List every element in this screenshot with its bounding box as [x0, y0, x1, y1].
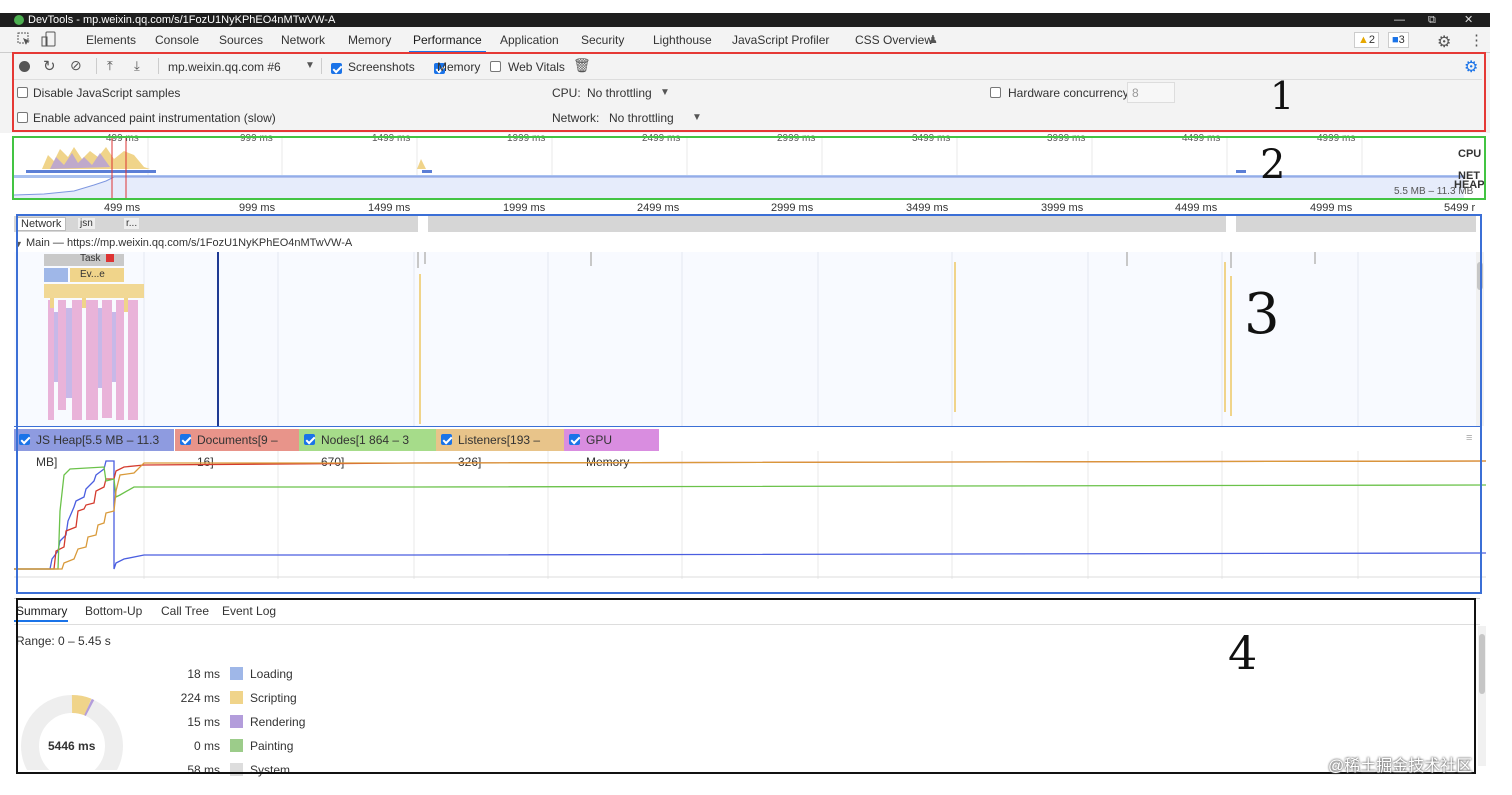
ruler-tick: 499 ms	[104, 202, 141, 214]
messages-badge[interactable]: ■3	[1388, 32, 1409, 48]
tab-sources[interactable]: Sources	[219, 33, 263, 47]
minimize-button[interactable]: —	[1394, 13, 1405, 27]
tab-css-overview[interactable]: CSS Overview	[855, 33, 933, 47]
time-ruler: 499 ms 999 ms 1499 ms 1999 ms 2499 ms 29…	[14, 200, 1484, 214]
tab-lighthouse[interactable]: Lighthouse	[653, 33, 712, 47]
warnings-badge[interactable]: ▲2	[1354, 32, 1380, 48]
annotation-box-1	[12, 52, 1486, 132]
restore-button[interactable]: ⧉	[1428, 13, 1436, 27]
inspect-element-icon[interactable]	[17, 32, 31, 49]
message-icon: ■	[1392, 34, 1399, 46]
tab-elements[interactable]: Elements	[86, 33, 136, 47]
devtools-window: DevTools - mp.weixin.qq.com/s/1FozU1NyKP…	[0, 0, 1512, 795]
chrome-icon	[14, 15, 24, 25]
tab-performance[interactable]: Performance	[409, 33, 486, 53]
annotation-number-2: 2	[1260, 142, 1286, 188]
ruler-tick: 1999 ms	[503, 202, 546, 214]
ruler-tick: 2999 ms	[771, 202, 814, 214]
ruler-tick: 2499 ms	[637, 202, 680, 214]
panel-tab-bar: Elements Console Sources Network Memory …	[0, 27, 1490, 53]
window-title: DevTools - mp.weixin.qq.com/s/1FozU1NyKP…	[28, 14, 336, 26]
ruler-tick: 999 ms	[239, 202, 276, 214]
warning-icon: ▲	[1358, 34, 1369, 46]
summary-scrollbar[interactable]	[1478, 626, 1486, 766]
experiment-flask-icon: ♟	[928, 34, 938, 46]
annotation-number-1: 1	[1270, 74, 1295, 118]
tab-javascript-profiler[interactable]: JavaScript Profiler	[732, 33, 829, 47]
annotation-box-3	[16, 214, 1482, 594]
more-menu-icon[interactable]: ⋮	[1469, 31, 1484, 49]
ruler-tick: 4999 ms	[1310, 202, 1353, 214]
tab-application[interactable]: Application	[500, 33, 559, 47]
settings-gear-icon[interactable]: ⚙	[1437, 32, 1451, 52]
tab-network[interactable]: Network	[281, 33, 325, 47]
device-toolbar-icon[interactable]	[41, 31, 57, 50]
ruler-tick: 4499 ms	[1175, 202, 1218, 214]
annotation-box-4	[16, 598, 1476, 774]
close-button[interactable]: ✕	[1464, 13, 1473, 27]
watermark: @稀土掘金技术社区	[1328, 758, 1473, 775]
ruler-tick: 5499 r	[1444, 202, 1476, 214]
scrollbar-thumb[interactable]	[1479, 634, 1485, 694]
ruler-tick: 3999 ms	[1041, 202, 1084, 214]
tab-security[interactable]: Security	[581, 33, 624, 47]
tab-memory[interactable]: Memory	[348, 33, 391, 47]
title-bar: DevTools - mp.weixin.qq.com/s/1FozU1NyKP…	[0, 13, 1490, 27]
annotation-number-4: 4	[1228, 626, 1258, 680]
ruler-tick: 3499 ms	[906, 202, 949, 214]
tab-console[interactable]: Console	[155, 33, 199, 47]
annotation-number-3: 3	[1244, 282, 1280, 347]
ruler-tick: 1499 ms	[368, 202, 411, 214]
